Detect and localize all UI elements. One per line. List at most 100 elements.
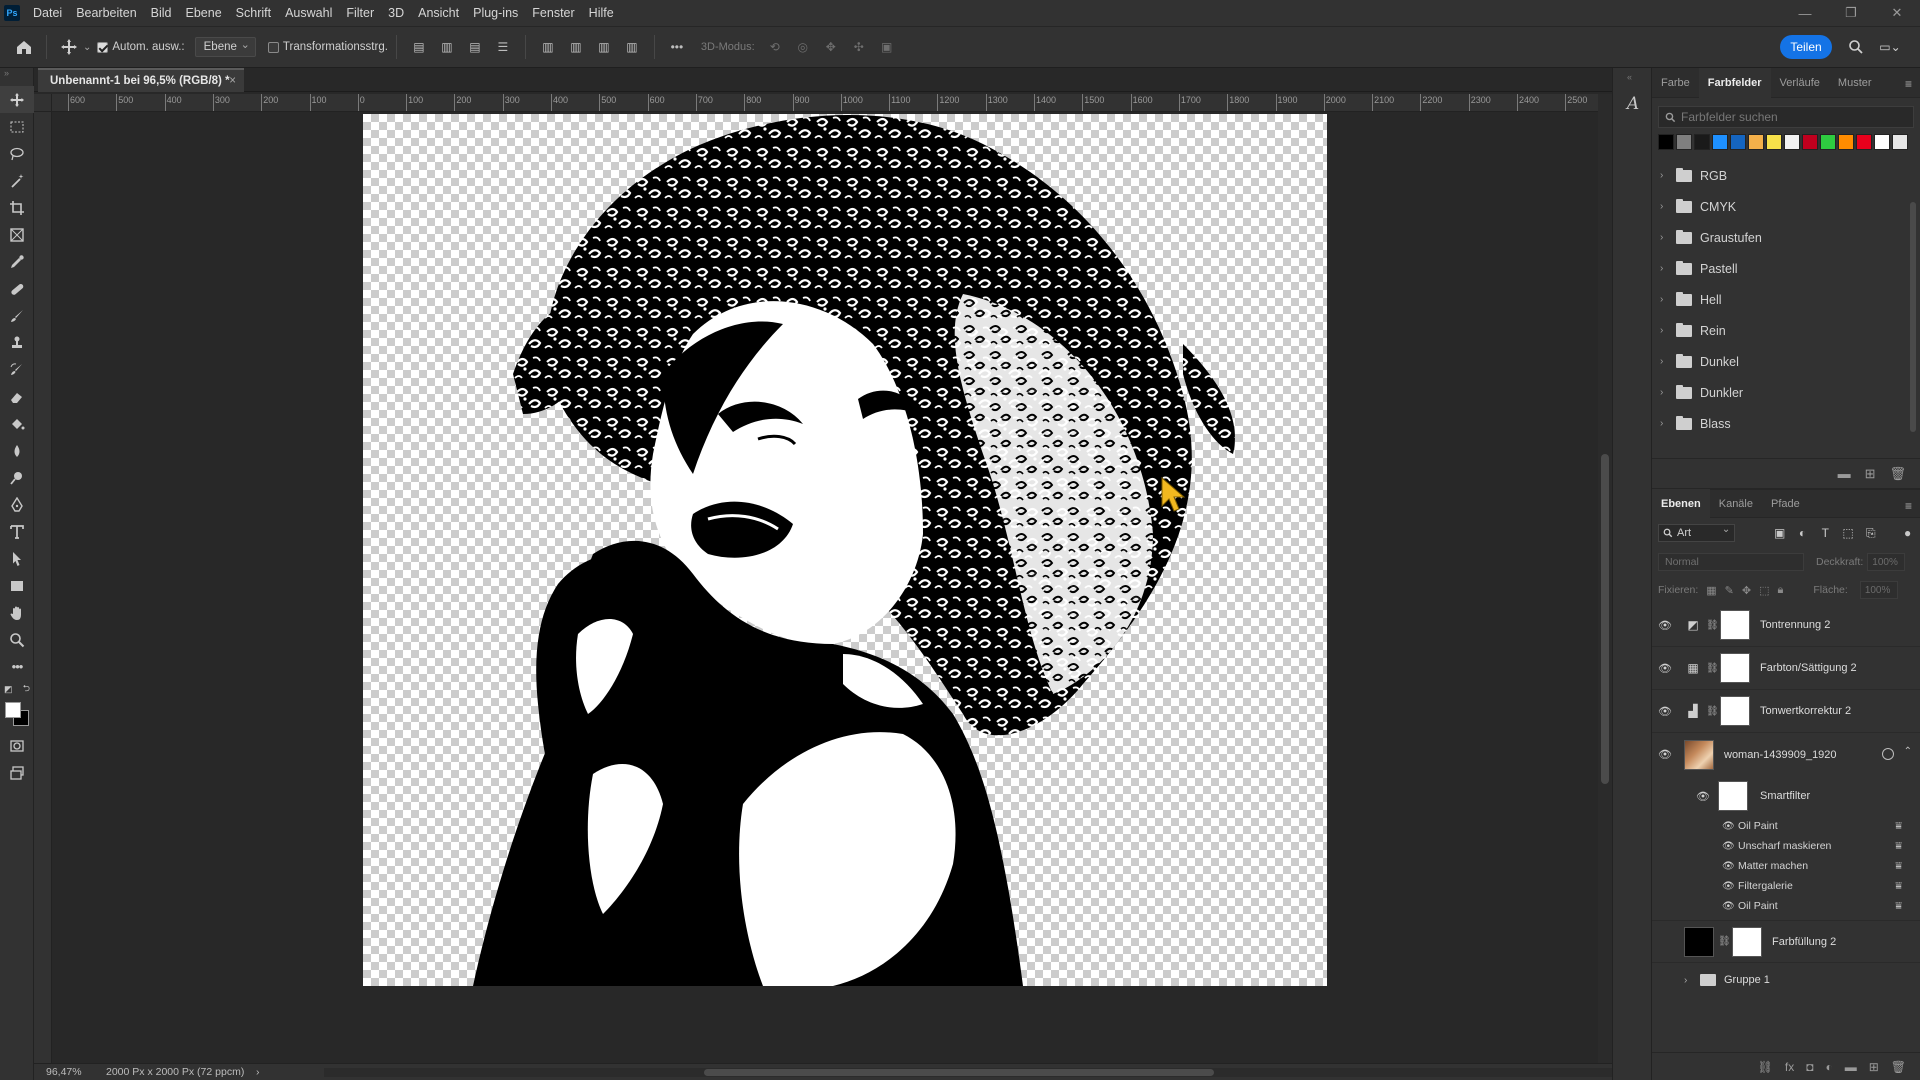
swap-colors-icon[interactable]: ◩ ⮌ (0, 680, 34, 698)
visibility-eye-icon[interactable]: 👁︎ (1652, 662, 1678, 675)
layer-row[interactable]: 👁︎ ⛓︎ Farbfüllung 2 (1652, 920, 1920, 963)
color-swatch[interactable] (1838, 134, 1854, 150)
menu-filter[interactable]: Filter (339, 6, 381, 20)
visibility-eye-icon[interactable]: 👁︎ (1722, 881, 1736, 892)
align-middle-icon[interactable]: ▥ (562, 33, 590, 61)
color-swatch[interactable] (1748, 134, 1764, 150)
visibility-eye-icon[interactable]: 👁︎ (1652, 748, 1678, 761)
close-tab-icon[interactable]: × (229, 75, 236, 87)
close-window-icon[interactable]: ✕ (1874, 0, 1920, 26)
smart-filter-item[interactable]: 👁︎ Oil Paint ⩸ (1652, 896, 1920, 916)
crop-tool-icon[interactable] (0, 194, 34, 221)
menu-auswahl[interactable]: Auswahl (278, 6, 339, 20)
swatch-folder-item[interactable]: › CMYK (1652, 191, 1920, 222)
layer-thumbnail[interactable] (1684, 739, 1714, 770)
vertical-scrollbar[interactable] (1598, 94, 1612, 1063)
layer-name[interactable]: woman-1439909_1920 (1724, 749, 1837, 761)
color-swatch[interactable] (1820, 134, 1836, 150)
filter-blending-options-icon[interactable]: ⩸ (1895, 880, 1902, 893)
chevron-down-icon[interactable]: ⌄ (83, 42, 91, 53)
frame-tool-icon[interactable] (0, 221, 34, 248)
chevron-right-icon[interactable]: › (1660, 356, 1672, 367)
share-button[interactable]: Teilen (1780, 35, 1832, 59)
layer-mask-thumbnail[interactable] (1720, 610, 1750, 640)
brush-tool-icon[interactable] (0, 302, 34, 329)
horizontal-scrollbar[interactable] (324, 1068, 1614, 1077)
layer-row[interactable]: 👁︎ ▟ ⛓︎ Tonwertkorrektur 2 (1652, 690, 1920, 733)
swatch-folder-item[interactable]: › Hell (1652, 284, 1920, 315)
pixel-filter-icon[interactable]: ▣ (1773, 526, 1786, 540)
layer-row[interactable]: 👁︎ ▦ ⛓︎ Farbton/Sättigung 2 (1652, 647, 1920, 690)
status-expand-icon[interactable]: › (256, 1066, 260, 1078)
chevron-right-icon[interactable]: › (1660, 263, 1672, 274)
new-layer-icon[interactable]: ⊞ (1869, 1060, 1879, 1074)
move-tool-preset-icon[interactable] (55, 33, 83, 61)
chevron-right-icon[interactable]: › (1660, 170, 1672, 181)
smart-filters-row[interactable]: 👁︎ Smartfilter (1652, 776, 1920, 816)
align-right-icon[interactable]: ▤ (461, 33, 489, 61)
align-left-icon[interactable]: ▤ (405, 33, 433, 61)
fill-color-thumbnail[interactable] (1684, 926, 1714, 957)
rectangle-tool-icon[interactable] (0, 572, 34, 599)
quick-mask-icon[interactable] (0, 732, 34, 759)
fx-icon[interactable]: fx (1785, 1060, 1794, 1074)
scroll-thumb[interactable] (704, 1069, 1214, 1076)
search-icon[interactable] (1844, 35, 1868, 59)
color-swatch[interactable] (1874, 134, 1890, 150)
smart-filter-mask-thumbnail[interactable] (1718, 781, 1748, 811)
tab-kanaele[interactable]: Kanäle (1710, 489, 1762, 519)
screen-mode-icon[interactable] (0, 759, 34, 786)
auto-select-target-dropdown[interactable]: Ebene (194, 37, 256, 57)
tab-verlaeufe[interactable]: Verläufe (1771, 68, 1829, 98)
menu-schrift[interactable]: Schrift (229, 6, 278, 20)
scroll-thumb[interactable] (1910, 202, 1916, 432)
color-picker-swatches[interactable] (0, 698, 33, 732)
workspace-icon[interactable]: ▭⌄ (1878, 35, 1902, 59)
paint-bucket-tool-icon[interactable] (0, 410, 34, 437)
trash-icon[interactable]: 🗑 (1889, 466, 1906, 482)
menu-bild[interactable]: Bild (144, 6, 179, 20)
checkbox-checked-icon[interactable] (97, 41, 109, 53)
menu-plugins[interactable]: Plug-ins (466, 6, 525, 20)
align-center-icon[interactable]: ▥ (433, 33, 461, 61)
dodge-tool-icon[interactable] (0, 464, 34, 491)
blend-mode-dropdown[interactable]: Normal (1658, 553, 1804, 571)
filter-name[interactable]: Matter machen (1738, 860, 1808, 872)
new-group-icon[interactable]: ▬ (1838, 466, 1851, 481)
transform-controls-checkbox[interactable]: Transformationsstrg. (267, 41, 388, 53)
add-mask-icon[interactable]: ◘ (1806, 1060, 1813, 1074)
layer-name[interactable]: Tonwertkorrektur 2 (1760, 705, 1851, 717)
pan-3d-icon[interactable]: ✥ (817, 33, 845, 61)
menu-ansicht[interactable]: Ansicht (411, 6, 466, 20)
layer-name[interactable]: Farbton/Sättigung 2 (1760, 662, 1857, 674)
tab-pfade[interactable]: Pfade (1762, 489, 1809, 519)
swatch-folder-item[interactable]: › Rein (1652, 315, 1920, 346)
document-canvas[interactable] (363, 114, 1327, 986)
swatch-scrollbar[interactable] (1909, 184, 1917, 454)
menu-bearbeiten[interactable]: Bearbeiten (69, 6, 143, 20)
panel-menu-icon[interactable]: ≡ (1905, 77, 1912, 91)
slide-3d-icon[interactable]: ✣ (845, 33, 873, 61)
opacity-field[interactable]: 100% (1867, 553, 1906, 571)
color-swatch[interactable] (1802, 134, 1818, 150)
group-row[interactable]: › Gruppe 1 (1652, 963, 1920, 997)
adjustment-filter-icon[interactable]: ◐ (1796, 526, 1809, 540)
expand-group-icon[interactable]: › (1684, 975, 1696, 986)
color-swatch[interactable] (1658, 134, 1674, 150)
history-brush-tool-icon[interactable] (0, 356, 34, 383)
visibility-eye-icon[interactable]: 👁︎ (1652, 705, 1678, 718)
filter-blending-options-icon[interactable]: ⩸ (1895, 840, 1902, 853)
home-icon[interactable] (10, 33, 38, 61)
link-layers-icon[interactable]: ⛓︎ (1758, 1060, 1773, 1074)
new-group-icon[interactable]: ▬ (1845, 1060, 1857, 1074)
smart-object-layer-row[interactable]: 👁︎ woman-1439909_1920 ⌃ (1652, 733, 1920, 776)
swatch-folder-item[interactable]: › Blass (1652, 408, 1920, 439)
document-tab[interactable]: Unbenannt-1 bei 96,5% (RGB/8) * × (38, 68, 244, 92)
path-selection-tool-icon[interactable] (0, 545, 34, 572)
swatch-folder-item[interactable]: › Dunkel (1652, 346, 1920, 377)
swatch-folder-item[interactable]: › Graustufen (1652, 222, 1920, 253)
chevron-right-icon[interactable]: › (1660, 294, 1672, 305)
menu-datei[interactable]: Datei (26, 6, 69, 20)
filter-name[interactable]: Unscharf maskieren (1738, 840, 1831, 852)
edit-toolbar-icon[interactable]: ••• (0, 653, 34, 680)
